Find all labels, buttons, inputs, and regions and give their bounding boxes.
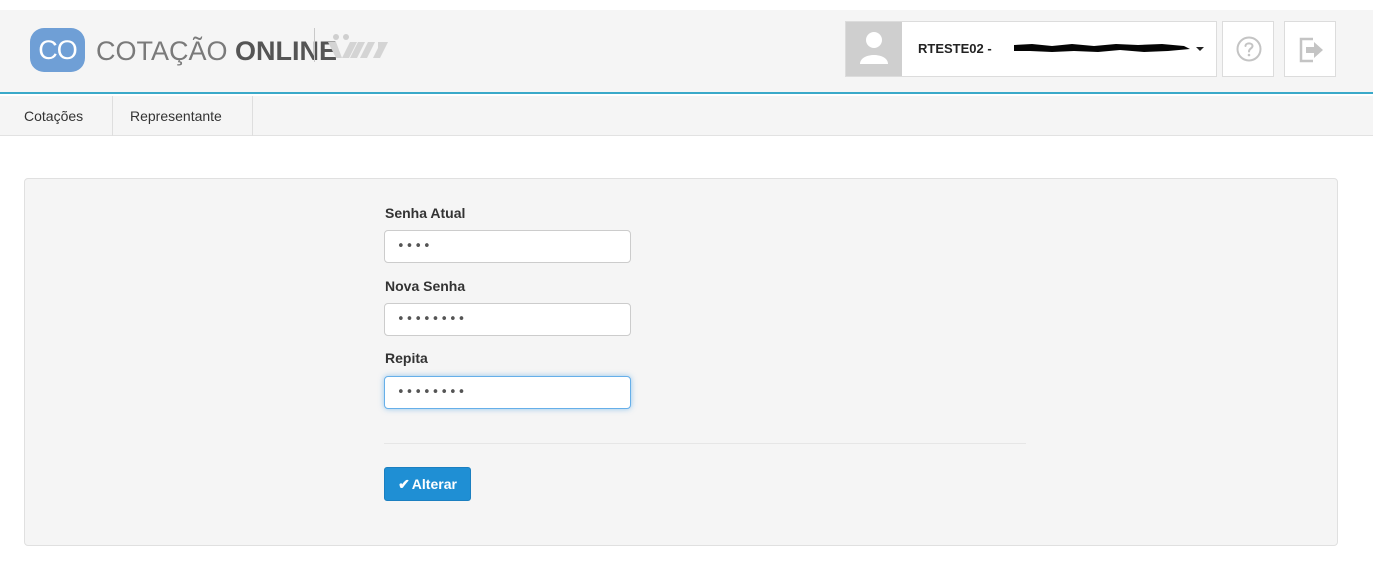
app-header: CO COTAÇÃO ONLINE RTESTE02 - xyxy=(0,10,1373,94)
main-nav: Cotações Representante xyxy=(0,96,1373,136)
user-name: RTESTE02 - xyxy=(918,41,992,56)
nav-item-cotacoes[interactable]: Cotações xyxy=(0,96,113,136)
change-password-panel: Senha Atual Nova Senha Repita ✔Alterar xyxy=(24,178,1338,546)
logout-button[interactable] xyxy=(1284,21,1336,77)
chevron-down-icon xyxy=(1196,47,1204,51)
help-circle-icon xyxy=(1236,36,1262,62)
new-password-label: Nova Senha xyxy=(385,278,466,294)
submit-change-password-button[interactable]: ✔ Alterar xyxy=(384,467,471,501)
repeat-password-label: Repita xyxy=(385,350,428,366)
logo-badge: CO xyxy=(30,28,85,72)
current-password-label: Senha Atual xyxy=(385,205,466,221)
form-divider xyxy=(384,443,1026,444)
new-password-field[interactable] xyxy=(384,303,631,336)
user-avatar-icon xyxy=(846,22,902,76)
user-menu-dropdown[interactable]: RTESTE02 - xyxy=(845,21,1217,77)
repeat-password-field[interactable] xyxy=(384,376,631,409)
nav-item-representante[interactable]: Representante xyxy=(113,96,253,136)
submit-label: Alterar xyxy=(411,475,457,492)
logout-arrow-icon xyxy=(1299,37,1323,63)
app-title-light: COTAÇÃO xyxy=(96,36,236,66)
help-button[interactable] xyxy=(1222,21,1274,77)
check-icon: ✔ xyxy=(398,475,410,492)
redacted-user-name xyxy=(1014,44,1190,52)
current-password-field[interactable] xyxy=(384,230,631,263)
brand-logo-icon xyxy=(328,34,388,58)
app-title-bold: ONLINE xyxy=(235,36,338,66)
app-title: COTAÇÃO ONLINE xyxy=(96,36,337,66)
header-divider xyxy=(314,28,315,62)
